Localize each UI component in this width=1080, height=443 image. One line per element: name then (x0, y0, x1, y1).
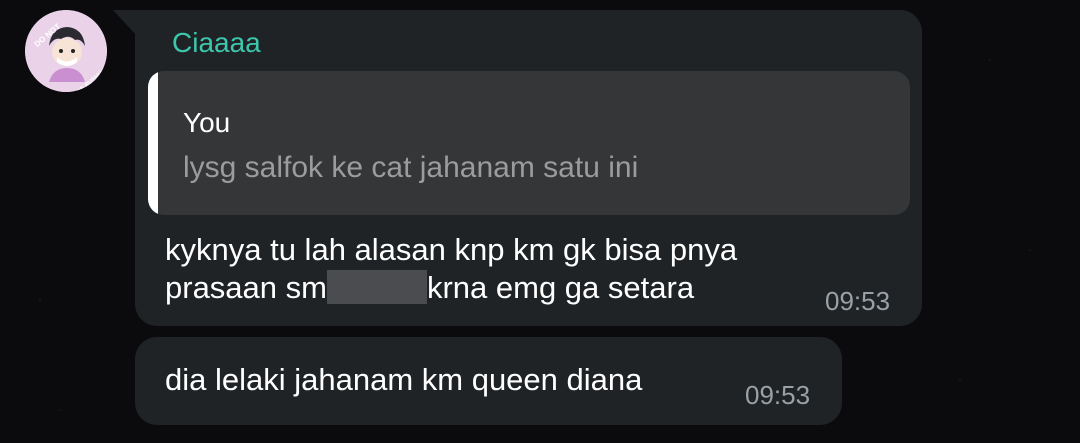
message-text-line: kyknya tu lah alasan knp km gk bisa pnya (165, 232, 738, 267)
message-text: dia lelaki jahanam km queen diana (165, 362, 643, 397)
message-bubble[interactable]: dia lelaki jahanam km queen diana 09:53 (135, 337, 842, 425)
message-text-line: prasaan sm krna emg ga setara (165, 270, 694, 306)
message-timestamp: 09:53 (745, 380, 811, 410)
message-text-segment: krna emg ga setara (426, 270, 695, 305)
bubble-tail (113, 10, 137, 36)
quote-text: lysg salfok ke cat jahanam satu ini (183, 151, 639, 184)
quote-author: You (183, 107, 231, 138)
cartoon-boy-avatar-icon: DO NOT BE RUSHIAN (25, 10, 107, 92)
quote-bar (148, 71, 158, 215)
message-timestamp: 09:53 (825, 286, 891, 316)
sender-name[interactable]: Ciaaaa (172, 27, 261, 59)
chat-view: DO NOT BE RUSHIAN Ciaaaa You lysg salfok… (0, 0, 1080, 443)
quoted-reply[interactable]: You lysg salfok ke cat jahanam satu ini (148, 71, 910, 215)
redaction-block (326, 270, 427, 304)
message-text-segment: prasaan sm (165, 270, 327, 305)
avatar[interactable]: DO NOT BE RUSHIAN (25, 10, 107, 92)
message-bubble[interactable]: Ciaaaa You lysg salfok ke cat jahanam sa… (135, 10, 922, 326)
